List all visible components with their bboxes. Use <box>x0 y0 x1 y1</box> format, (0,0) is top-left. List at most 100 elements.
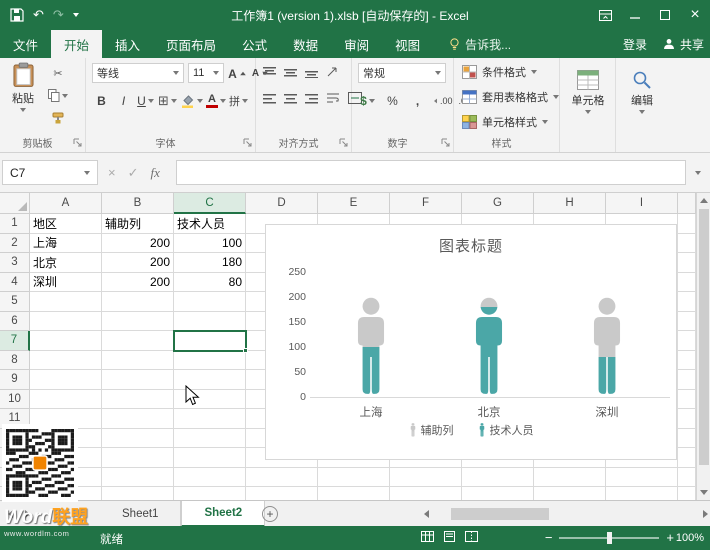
insert-function-button[interactable]: fx <box>151 165 160 181</box>
cell-C13[interactable] <box>174 448 246 468</box>
cell-F15[interactable] <box>390 487 462 500</box>
bold-button[interactable]: B <box>92 91 111 110</box>
cell-C4[interactable]: 80 <box>174 272 246 292</box>
cell-A7[interactable] <box>30 331 102 351</box>
tell-me-box[interactable]: 告诉我... <box>449 30 511 58</box>
col-header-H[interactable]: H <box>534 193 606 214</box>
align-middle-button[interactable] <box>284 66 297 78</box>
row-header-2[interactable]: 2 <box>0 233 30 253</box>
cell-A5[interactable] <box>30 292 102 312</box>
cell-E15[interactable] <box>318 487 390 500</box>
row-header-1[interactable]: 1 <box>0 214 30 234</box>
cell-B4[interactable]: 200 <box>102 272 174 292</box>
cell-B5[interactable] <box>102 292 174 312</box>
align-bottom-button[interactable] <box>305 66 318 78</box>
cell-B7[interactable] <box>102 331 174 351</box>
col-header-F[interactable]: F <box>390 193 462 214</box>
cell-I15[interactable] <box>606 487 678 500</box>
ribbon-tab-页面布局[interactable]: 页面布局 <box>153 30 229 58</box>
cell-B6[interactable] <box>102 311 174 331</box>
fill-color-button[interactable] <box>180 91 203 110</box>
clipboard-dialog-launcher[interactable] <box>73 138 83 148</box>
sheet-tab-Sheet2[interactable]: Sheet2 <box>181 501 266 527</box>
copy-button[interactable] <box>48 86 68 105</box>
col-header-G[interactable]: G <box>462 193 534 214</box>
cell-A9[interactable] <box>30 370 102 390</box>
cell-D15[interactable] <box>246 487 318 500</box>
font-size-select[interactable]: 11 <box>188 63 224 83</box>
hscroll-right-icon[interactable] <box>703 510 708 518</box>
ribbon-tab-文件[interactable]: 文件 <box>0 30 51 58</box>
zoom-level[interactable]: 100% <box>676 532 704 544</box>
ribbon-tab-公式[interactable]: 公式 <box>229 30 280 58</box>
scroll-down-icon[interactable] <box>700 490 708 495</box>
ribbon-tab-视图[interactable]: 视图 <box>382 30 433 58</box>
alignment-dialog-launcher[interactable] <box>339 138 349 148</box>
align-top-button[interactable] <box>263 66 276 78</box>
zoom-in-button[interactable]: + <box>666 530 674 545</box>
col-header-A[interactable]: A <box>30 193 102 214</box>
cell-C14[interactable] <box>174 467 246 487</box>
cell-A3[interactable]: 北京 <box>30 253 102 273</box>
ribbon-tab-数据[interactable]: 数据 <box>280 30 331 58</box>
horizontal-scrollbar-thumb[interactable] <box>451 508 549 520</box>
cell-B14[interactable] <box>102 467 174 487</box>
row-header-8[interactable]: 8 <box>0 350 30 370</box>
zoom-slider[interactable] <box>559 531 660 544</box>
cell-F14[interactable] <box>390 467 462 487</box>
col-header-D[interactable]: D <box>246 193 318 214</box>
cell-A8[interactable] <box>30 350 102 370</box>
number-dialog-launcher[interactable] <box>441 138 451 148</box>
select-all-corner[interactable] <box>0 193 30 214</box>
cell-B11[interactable] <box>102 409 174 429</box>
undo-button[interactable]: ↶ <box>33 7 44 23</box>
grow-font-button[interactable]: A <box>228 64 247 83</box>
minimize-button[interactable] <box>620 0 650 30</box>
col-header-I[interactable]: I <box>606 193 678 214</box>
cell-C8[interactable] <box>174 350 246 370</box>
row-header-5[interactable]: 5 <box>0 292 30 312</box>
cell-C9[interactable] <box>174 370 246 390</box>
name-box[interactable]: C7 <box>2 160 98 185</box>
comma-style-button[interactable]: , <box>408 91 427 110</box>
row-header-6[interactable]: 6 <box>0 311 30 331</box>
new-sheet-button[interactable]: + <box>262 506 278 522</box>
cell-B3[interactable]: 200 <box>102 253 174 273</box>
wrap-text-button[interactable] <box>326 92 340 104</box>
cell-C3[interactable]: 180 <box>174 253 246 273</box>
col-header-E[interactable]: E <box>318 193 390 214</box>
cell-C1[interactable]: 技术人员 <box>174 214 246 234</box>
cell-I14[interactable] <box>606 467 678 487</box>
chart-figure-北京[interactable] <box>466 297 512 397</box>
cell-B8[interactable] <box>102 350 174 370</box>
number-format-select[interactable]: 常规 <box>358 63 446 83</box>
col-header-C[interactable]: C <box>174 193 246 214</box>
save-button[interactable] <box>10 8 24 22</box>
cell-C5[interactable] <box>174 292 246 312</box>
align-left-button[interactable] <box>263 92 276 104</box>
hscroll-track[interactable] <box>433 507 699 521</box>
cell-C15[interactable] <box>174 487 246 500</box>
formula-input[interactable] <box>176 160 686 185</box>
normal-view-button[interactable] <box>421 531 434 542</box>
zoom-out-button[interactable]: − <box>545 530 553 545</box>
horizontal-scrollbar[interactable] <box>424 505 708 523</box>
expand-formula-bar-button[interactable] <box>688 160 708 185</box>
col-header-B[interactable]: B <box>102 193 174 214</box>
vertical-scrollbar[interactable] <box>696 193 710 500</box>
percent-style-button[interactable]: % <box>383 91 402 110</box>
font-dialog-launcher[interactable] <box>243 138 253 148</box>
cell-A10[interactable] <box>30 389 102 409</box>
cell-styles-button[interactable]: 单元格样式 <box>462 110 548 134</box>
font-color-button[interactable]: A <box>206 91 226 110</box>
cell-C12[interactable] <box>174 428 246 448</box>
row-header-4[interactable]: 4 <box>0 272 30 292</box>
cell-C2[interactable]: 100 <box>174 233 246 253</box>
cell-C7[interactable] <box>174 331 246 351</box>
cell-B15[interactable] <box>102 487 174 500</box>
conditional-formatting-button[interactable]: 条件格式 <box>462 60 537 84</box>
close-button[interactable]: × <box>680 0 710 30</box>
cell-B2[interactable]: 200 <box>102 233 174 253</box>
align-right-button[interactable] <box>305 92 318 104</box>
share-button[interactable]: 共享 <box>663 36 704 53</box>
